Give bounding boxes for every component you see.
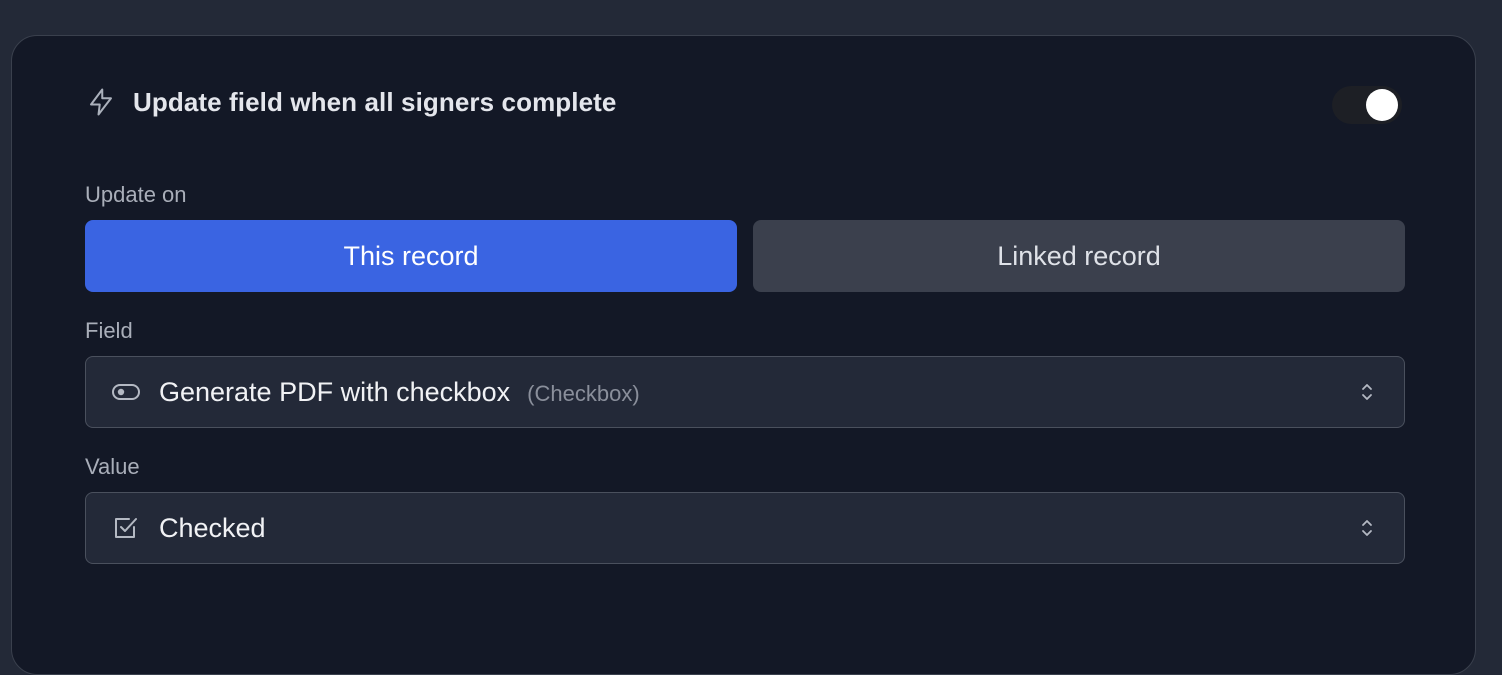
value-select[interactable]: Checked xyxy=(85,492,1405,564)
field-select[interactable]: Generate PDF with checkbox (Checkbox) xyxy=(85,356,1405,428)
linked-record-button[interactable]: Linked record xyxy=(753,220,1405,292)
field-name: Generate PDF with checkbox xyxy=(159,376,511,407)
value-label: Value xyxy=(85,454,140,479)
toggle-knob xyxy=(1366,89,1398,121)
toggle-field-icon xyxy=(111,377,141,407)
automation-card: Update field when all signers complete U… xyxy=(11,35,1476,675)
field-label: Field xyxy=(85,318,133,343)
checkbox-checked-icon xyxy=(111,513,141,543)
field-select-value: Generate PDF with checkbox (Checkbox) xyxy=(159,377,640,408)
enable-toggle[interactable] xyxy=(1332,86,1402,124)
card-title: Update field when all signers complete xyxy=(133,86,617,117)
update-on-label: Update on xyxy=(85,182,187,207)
value-select-text: Checked xyxy=(159,512,266,543)
chevron-up-down-icon xyxy=(1358,515,1376,541)
field-type: (Checkbox) xyxy=(527,380,640,406)
chevron-up-down-icon xyxy=(1358,379,1376,405)
lightning-icon xyxy=(85,86,117,118)
card-header: Update field when all signers complete xyxy=(85,86,616,118)
this-record-button[interactable]: This record xyxy=(85,220,737,292)
